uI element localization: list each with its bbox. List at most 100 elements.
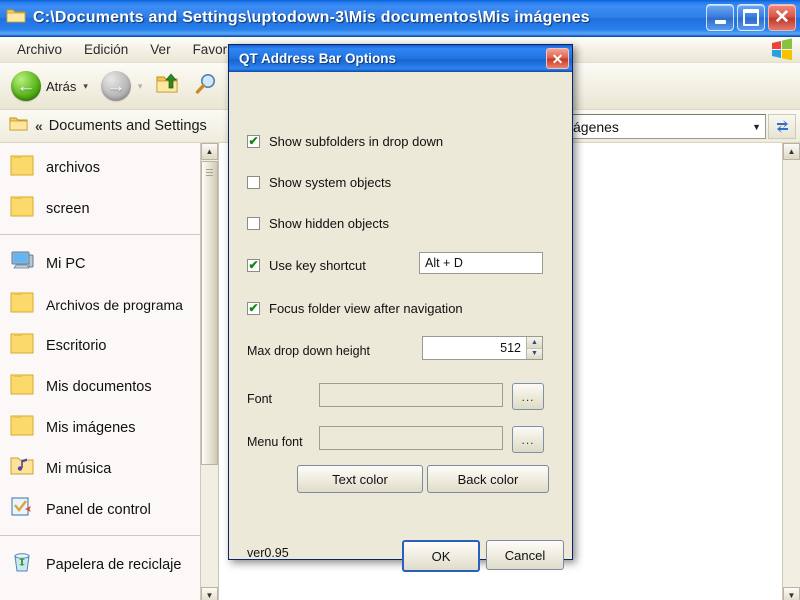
sidebar-item-mi-musica[interactable]: Mi música xyxy=(0,448,218,489)
version-label: ver0.95 xyxy=(247,546,289,560)
menu-item-ver[interactable]: Ver xyxy=(139,40,181,59)
breadcrumb[interactable]: « Documents and Settings xyxy=(0,116,207,137)
check-icon: ✔ xyxy=(248,134,259,148)
forward-button[interactable]: → ▾ xyxy=(96,69,148,103)
checkbox-box[interactable] xyxy=(247,217,260,230)
checkbox-show-system-objects[interactable]: Show system objects xyxy=(247,175,391,190)
checkbox-label: Use key shortcut xyxy=(269,258,366,273)
sidebar-item-mi-pc[interactable]: Mi PC xyxy=(0,243,218,284)
text-color-button[interactable]: Text color xyxy=(297,465,423,493)
window-titlebar: C:\Documents and Settings\uptodown-3\Mis… xyxy=(0,0,800,37)
folder-icon xyxy=(10,372,36,401)
ok-button[interactable]: OK xyxy=(402,540,480,572)
go-arrows-icon xyxy=(776,120,788,133)
folder-icon xyxy=(10,413,36,442)
font-field[interactable] xyxy=(319,383,503,407)
search-icon xyxy=(194,72,220,101)
search-button[interactable] xyxy=(189,70,225,103)
minimize-button[interactable] xyxy=(706,4,734,31)
breadcrumb-path-segment[interactable]: Documents and Settings xyxy=(49,118,207,134)
sidebar-item-archivos-de-programa[interactable]: Archivos de programa xyxy=(0,284,218,325)
window-controls: ✕ xyxy=(706,4,796,31)
dialog-titlebar: QT Address Bar Options ✕ xyxy=(229,45,572,72)
maximize-button[interactable] xyxy=(737,4,765,31)
key-shortcut-input[interactable]: Alt + D xyxy=(419,252,543,274)
sidebar-item-mis-documentos[interactable]: Mis documentos xyxy=(0,366,218,407)
back-button[interactable]: ← Atrás ▾ xyxy=(6,69,93,103)
breadcrumb-chevrons-icon[interactable]: « xyxy=(35,118,43,134)
sidebar-item-label: archivos xyxy=(46,159,100,176)
dialog-title: QT Address Bar Options xyxy=(239,51,397,66)
sidebar-item-label: Archivos de programa xyxy=(46,296,183,313)
computer-icon xyxy=(10,249,36,278)
sidebar-scroll-down-button[interactable]: ▼ xyxy=(201,587,218,600)
music-folder-icon xyxy=(10,454,36,483)
content-scrollbar[interactable]: ▲ ▼ xyxy=(782,143,800,600)
stepper-buttons[interactable]: ▲ ▼ xyxy=(526,337,542,359)
sidebar-item-label: Mis imágenes xyxy=(46,419,136,436)
menu-font-field[interactable] xyxy=(319,426,503,450)
sidebar-item-papelera-de-reciclaje[interactable]: Papelera de reciclaje xyxy=(0,544,218,585)
folder-icon xyxy=(10,290,36,319)
checkbox-label: Show system objects xyxy=(269,175,392,190)
sidebar-item-screen[interactable]: screen xyxy=(0,188,218,229)
folder-icon xyxy=(10,331,36,360)
sidebar-scroll-up-button[interactable]: ▲ xyxy=(201,143,218,160)
sidebar-group-main: Mi PC Archivos de programa Escritorio Mi… xyxy=(0,239,218,530)
up-folder-button[interactable] xyxy=(150,70,186,103)
folder-icon xyxy=(10,153,36,182)
content-scroll-up-button[interactable]: ▲ xyxy=(783,143,800,160)
checkbox-box[interactable]: ✔ xyxy=(247,302,260,315)
sidebar-scroll-thumb[interactable] xyxy=(201,161,218,466)
window-title: C:\Documents and Settings\uptodown-3\Mis… xyxy=(33,9,590,26)
address-input-value: ágenes xyxy=(573,118,619,135)
breadcrumb-folder-icon xyxy=(9,116,28,137)
sidebar-item-escritorio[interactable]: Escritorio xyxy=(0,325,218,366)
menu-font-browse-button[interactable]: ... xyxy=(512,426,544,453)
sidebar-item-mis-imagenes[interactable]: Mis imágenes xyxy=(0,407,218,448)
back-dropdown-icon[interactable]: ▾ xyxy=(83,81,88,92)
content-scroll-down-button[interactable]: ▼ xyxy=(783,587,800,600)
back-color-button[interactable]: Back color xyxy=(427,465,549,493)
go-button[interactable] xyxy=(768,114,796,139)
forward-dropdown-icon[interactable]: ▾ xyxy=(138,81,143,92)
max-drop-down-height-stepper[interactable]: 512 ▲ ▼ xyxy=(422,336,543,360)
address-dropdown-icon[interactable]: ▼ xyxy=(752,122,761,132)
checkbox-show-hidden-objects[interactable]: Show hidden objects xyxy=(247,216,389,231)
checkbox-box[interactable]: ✔ xyxy=(247,135,260,148)
sidebar-item-panel-de-control[interactable]: Panel de control xyxy=(0,489,218,530)
checkbox-box[interactable]: ✔ xyxy=(247,259,260,272)
checkbox-label: Show subfolders in drop down xyxy=(269,134,444,149)
checkbox-box[interactable] xyxy=(247,176,260,189)
screen-root: C:\Documents and Settings\uptodown-3\Mis… xyxy=(0,0,800,600)
control-panel-icon xyxy=(10,495,36,524)
back-button-label: Atrás xyxy=(46,78,77,94)
stepper-up-button[interactable]: ▲ xyxy=(527,337,542,348)
menu-item-edicion[interactable]: Edición xyxy=(73,40,139,59)
sidebar-item-label: Papelera de reciclaje xyxy=(46,556,182,573)
stepper-down-button[interactable]: ▼ xyxy=(527,347,542,359)
checkbox-use-key-shortcut[interactable]: ✔ Use key shortcut xyxy=(247,258,366,273)
qt-address-bar-options-dialog: QT Address Bar Options ✕ ✔ Show subfolde… xyxy=(228,44,573,572)
address-input[interactable]: ágenes ▼ xyxy=(565,114,766,139)
folder-tree-sidebar: archivos screen Mi PC Archivos de progra… xyxy=(0,143,219,600)
menu-font-label: Menu font xyxy=(247,435,303,449)
sidebar-group-top: archivos screen xyxy=(0,143,218,229)
sidebar-item-label: Mis documentos xyxy=(46,378,152,395)
check-icon: ✔ xyxy=(248,258,259,272)
key-shortcut-value: Alt + D xyxy=(425,256,463,270)
font-browse-button[interactable]: ... xyxy=(512,383,544,410)
font-label: Font xyxy=(247,392,273,406)
menu-item-archivo[interactable]: Archivo xyxy=(6,40,73,59)
checkbox-focus-folder-view[interactable]: ✔ Focus folder view after navigation xyxy=(247,301,463,316)
cancel-button[interactable]: Cancel xyxy=(486,540,564,570)
close-button[interactable]: ✕ xyxy=(768,4,796,31)
sidebar-divider xyxy=(0,234,218,235)
sidebar-scrollbar[interactable]: ▲ ▼ xyxy=(200,143,218,600)
check-icon: ✔ xyxy=(248,301,259,315)
window-folder-icon xyxy=(6,7,26,29)
checkbox-show-subfolders[interactable]: ✔ Show subfolders in drop down xyxy=(247,134,443,149)
dialog-close-button[interactable]: ✕ xyxy=(546,48,569,69)
sidebar-item-archivos[interactable]: archivos xyxy=(0,147,218,188)
forward-arrow-icon: → xyxy=(100,71,131,101)
